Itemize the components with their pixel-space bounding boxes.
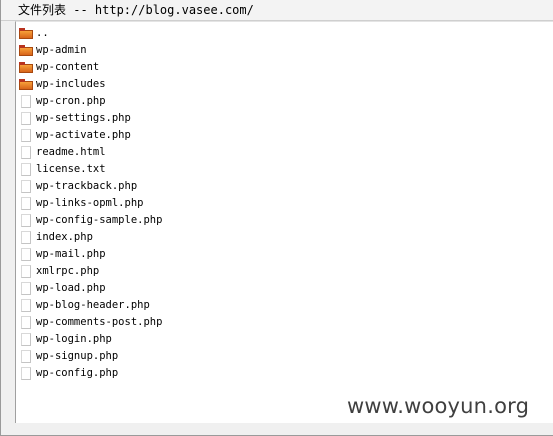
file-icon (18, 94, 34, 108)
file-row[interactable]: wp-load.php (18, 279, 162, 296)
file-icon (18, 247, 34, 261)
file-name: wp-includes (36, 77, 106, 90)
file-name: index.php (36, 230, 93, 243)
window-title-bar: 文件列表 -- http://blog.vasee.com/ (1, 0, 553, 21)
file-name: wp-config-sample.php (36, 213, 163, 226)
folder-icon (18, 43, 34, 57)
file-icon (18, 332, 34, 346)
file-list: .. wp-admin wp-content wp-includes wp-cron.p… (18, 24, 162, 381)
file-name: wp-signup.php (36, 349, 119, 362)
file-name: wp-load.php (36, 281, 106, 294)
file-name: license.txt (36, 162, 106, 175)
file-icon (18, 349, 34, 363)
file-row[interactable]: wp-config.php (18, 364, 162, 381)
file-icon (18, 213, 34, 227)
file-icon (18, 179, 34, 193)
file-icon (18, 264, 34, 278)
file-row[interactable]: wp-login.php (18, 330, 162, 347)
file-row[interactable]: wp-settings.php (18, 109, 162, 126)
folder-row[interactable]: .. (18, 24, 162, 41)
file-name: wp-comments-post.php (36, 315, 163, 328)
file-icon (18, 298, 34, 312)
file-name: wp-trackback.php (36, 179, 138, 192)
file-icon (18, 366, 34, 380)
file-icon (18, 162, 34, 176)
folder-row[interactable]: wp-includes (18, 75, 162, 92)
file-name: wp-admin (36, 43, 87, 56)
file-name: wp-settings.php (36, 111, 131, 124)
file-row[interactable]: wp-links-opml.php (18, 194, 162, 211)
file-icon (18, 281, 34, 295)
file-icon (18, 128, 34, 142)
folder-icon (18, 60, 34, 74)
file-icon (18, 111, 34, 125)
window-title-label: 文件列表 -- (18, 3, 95, 17)
file-row[interactable]: wp-blog-header.php (18, 296, 162, 313)
window-title-url: http://blog.vasee.com/ (94, 3, 254, 17)
file-icon (18, 315, 34, 329)
file-name: xmlrpc.php (36, 264, 100, 277)
file-row[interactable]: readme.html (18, 143, 162, 160)
file-name: readme.html (36, 145, 106, 158)
file-list-view[interactable]: .. wp-admin wp-content wp-includes wp-cron.p… (15, 21, 553, 423)
file-name: wp-login.php (36, 332, 112, 345)
file-name: .. (36, 26, 49, 39)
file-row[interactable]: wp-comments-post.php (18, 313, 162, 330)
file-row[interactable]: license.txt (18, 160, 162, 177)
file-row[interactable]: wp-cron.php (18, 92, 162, 109)
file-name: wp-blog-header.php (36, 298, 150, 311)
file-icon (18, 230, 34, 244)
file-name: wp-mail.php (36, 247, 106, 260)
file-row[interactable]: wp-activate.php (18, 126, 162, 143)
file-name: wp-content (36, 60, 100, 73)
file-icon (18, 196, 34, 210)
file-name: wp-config.php (36, 366, 119, 379)
folder-icon (18, 26, 34, 40)
file-row[interactable]: index.php (18, 228, 162, 245)
file-row[interactable]: xmlrpc.php (18, 262, 162, 279)
watermark-text: www.wooyun.org (347, 394, 530, 418)
file-row[interactable]: wp-config-sample.php (18, 211, 162, 228)
folder-row[interactable]: wp-admin (18, 41, 162, 58)
file-name: wp-links-opml.php (36, 196, 144, 209)
folder-icon (18, 77, 34, 91)
file-row[interactable]: wp-trackback.php (18, 177, 162, 194)
file-icon (18, 145, 34, 159)
folder-row[interactable]: wp-content (18, 58, 162, 75)
file-row[interactable]: wp-signup.php (18, 347, 162, 364)
file-row[interactable]: wp-mail.php (18, 245, 162, 262)
file-list-window: 文件列表 -- http://blog.vasee.com/ .. wp-admi… (0, 0, 553, 436)
file-name: wp-activate.php (36, 128, 131, 141)
file-name: wp-cron.php (36, 94, 106, 107)
